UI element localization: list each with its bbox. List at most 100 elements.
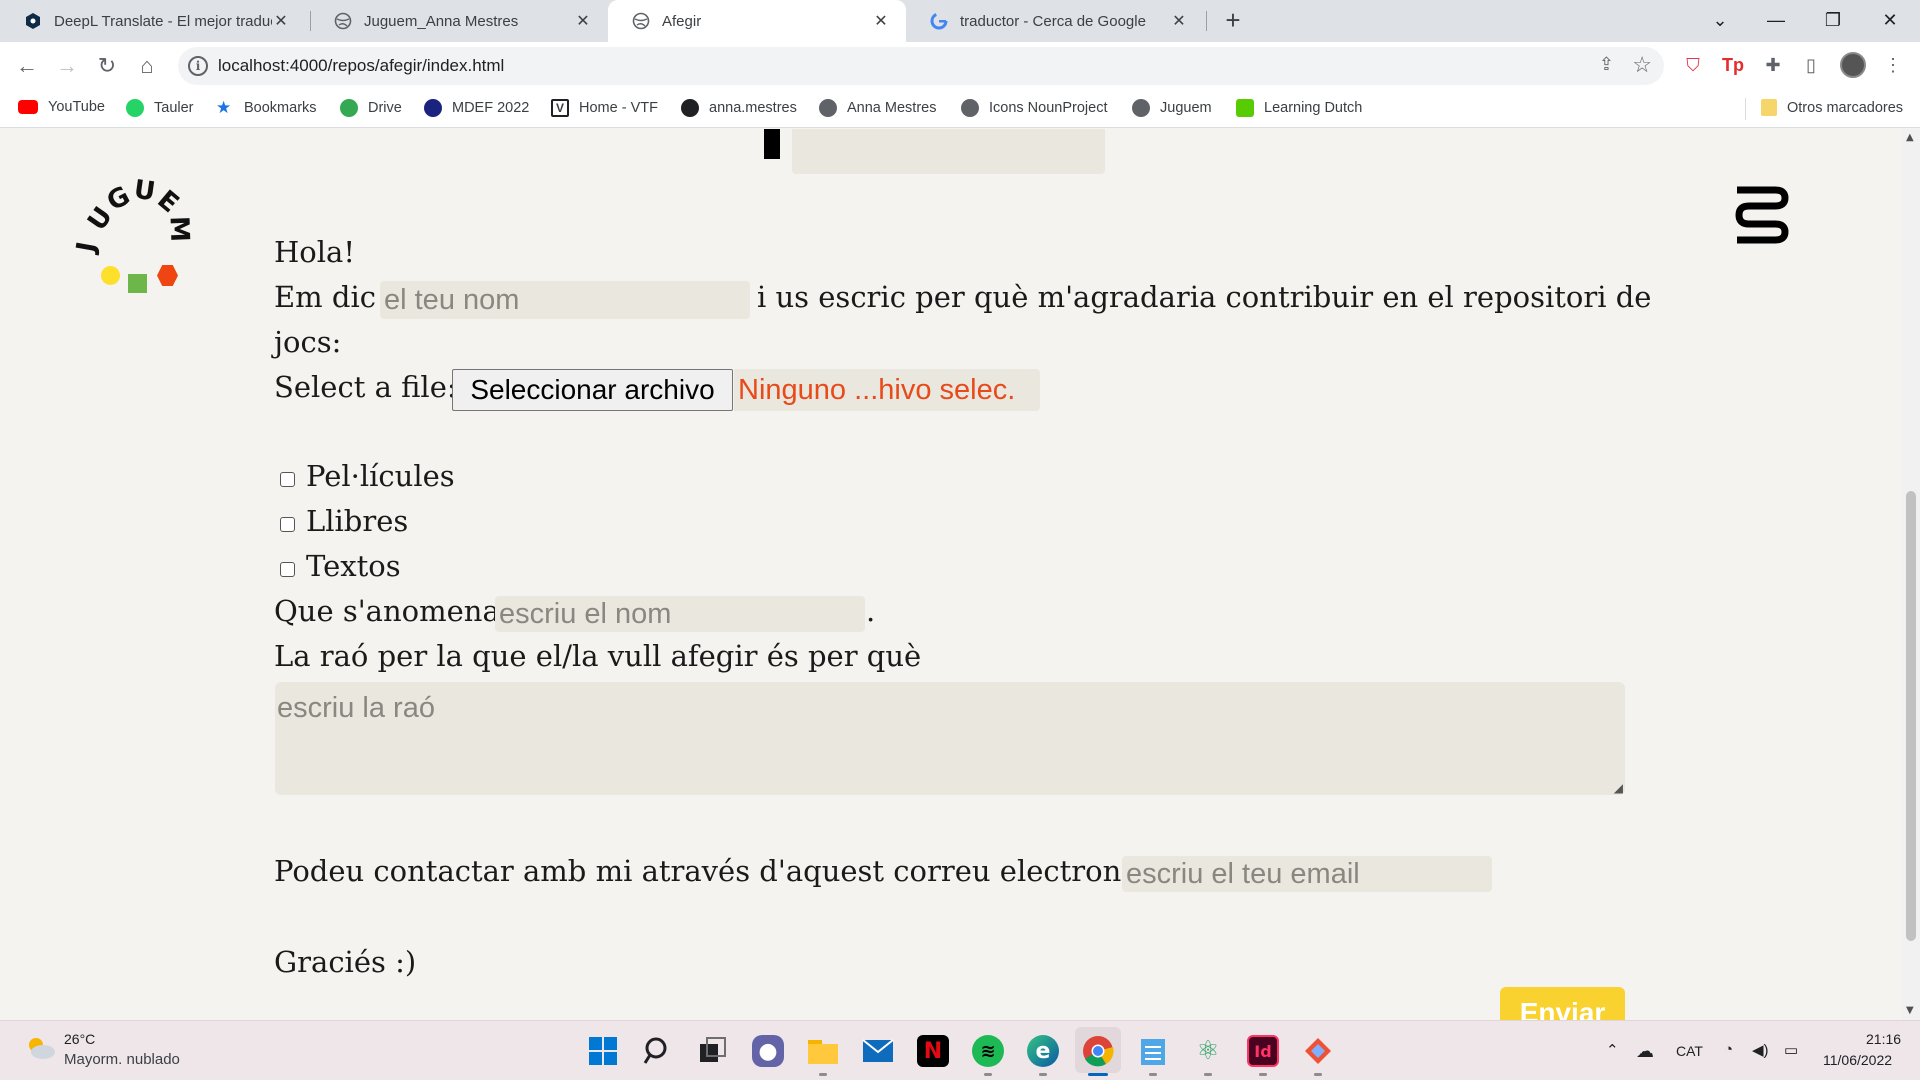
checkbox-label[interactable]: Pel·lícules	[306, 459, 455, 493]
wifi-icon[interactable]: ◔	[1724, 1041, 1733, 1058]
bookmark-nounproject[interactable]: Icons NounProject	[961, 99, 1107, 117]
logo-letter: J	[71, 239, 103, 255]
close-window-button[interactable]: ✕	[1870, 6, 1910, 36]
bookmark-label: Otros marcadores	[1787, 99, 1904, 116]
share-icon[interactable]: ⇪	[1599, 54, 1614, 75]
spotify-icon[interactable]: ≋	[972, 1035, 1004, 1067]
bookmark-label: Bookmarks	[244, 100, 317, 116]
maximize-button[interactable]: ❐	[1813, 6, 1853, 36]
menu-icon[interactable]	[1733, 184, 1791, 246]
submit-button[interactable]: Enviar	[1500, 987, 1625, 1020]
onedrive-cloud-icon[interactable]: ☁	[1636, 1041, 1654, 1062]
juguem-logo[interactable]: J U G U E M	[71, 154, 198, 293]
menu-icon[interactable]: ⋮	[1880, 52, 1906, 78]
running-indicator	[1039, 1073, 1047, 1076]
forward-button[interactable]: →	[52, 51, 82, 81]
tp-extension-icon[interactable]: Tp	[1720, 52, 1746, 78]
mdef-icon	[424, 99, 442, 117]
weather-widget[interactable]: 26°C Mayorm. nublado	[24, 1031, 194, 1073]
windows-start-icon[interactable]	[587, 1035, 619, 1067]
back-button[interactable]: ←	[12, 51, 42, 81]
clock-date[interactable]: 11/06/2022	[1823, 1052, 1892, 1068]
netflix-icon[interactable]: N	[917, 1035, 949, 1067]
scroll-down-icon[interactable]: ▼	[1906, 1005, 1914, 1016]
home-button[interactable]: ⌂	[132, 51, 162, 81]
globe-icon	[1132, 99, 1150, 117]
bookmark-learning-dutch[interactable]: Learning Dutch	[1236, 99, 1362, 117]
email-input[interactable]: escriu el teu email	[1122, 856, 1492, 892]
puzzle-icon[interactable]: ✚	[1760, 52, 1786, 78]
globe-icon	[632, 12, 650, 30]
folder-icon	[1761, 99, 1777, 116]
checkbox-label[interactable]: Textos	[306, 549, 401, 583]
tab-strip: DeepL Translate - El mejor traduc ✕ Jugu…	[0, 0, 1920, 42]
chrome-icon[interactable]	[1082, 1035, 1114, 1067]
sidepanel-icon[interactable]: ▯	[1798, 52, 1824, 78]
file-select-button[interactable]: Seleccionar archivo	[452, 369, 733, 411]
bookmark-vtf[interactable]: V Home - VTF	[551, 99, 658, 117]
git-kraken-icon[interactable]	[1302, 1035, 1334, 1067]
scrollbar-thumb[interactable]	[1906, 491, 1916, 941]
reload-button[interactable]: ↻	[92, 51, 122, 81]
file-explorer-icon[interactable]	[807, 1035, 839, 1067]
tab-separator	[1206, 11, 1207, 31]
tab-juguem[interactable]: Juguem_Anna Mestres ✕	[310, 0, 608, 42]
bookmark-tauler[interactable]: Tauler	[126, 99, 194, 117]
profile-avatar[interactable]	[1840, 52, 1866, 78]
checkbox-llibres[interactable]	[280, 517, 295, 532]
running-indicator	[1314, 1073, 1322, 1076]
indesign-icon[interactable]: Id	[1247, 1035, 1279, 1067]
bookmark-anna-mestres[interactable]: Anna Mestres	[819, 99, 936, 117]
title-input[interactable]: escriu el nom	[495, 596, 865, 632]
checkbox-pellicules[interactable]	[280, 472, 295, 487]
close-icon[interactable]: ✕	[872, 11, 890, 31]
bookmark-label: Juguem	[1160, 100, 1212, 116]
bookmark-github[interactable]: anna.mestres	[681, 99, 797, 117]
volume-icon[interactable]: ◀)	[1752, 1041, 1769, 1059]
checkbox-textos[interactable]	[280, 562, 295, 577]
checkbox-label[interactable]: Llibres	[306, 504, 408, 538]
bookmark-label: Home - VTF	[579, 100, 658, 116]
address-bar[interactable]: i localhost:4000/repos/afegir/index.html…	[178, 47, 1664, 85]
bookmark-youtube[interactable]: YouTube	[18, 99, 105, 115]
scrollbar[interactable]: ▲ ▼	[1902, 129, 1920, 1020]
clock-time[interactable]: 21:16	[1866, 1031, 1901, 1047]
bookmarks-bar: YouTube Tauler ★ Bookmarks Drive MDEF 20…	[0, 90, 1920, 128]
pocket-icon[interactable]: ⛉	[1680, 52, 1706, 78]
new-tab-button[interactable]: +	[1218, 6, 1248, 36]
close-icon[interactable]: ✕	[574, 11, 592, 31]
bookmark-juguem[interactable]: Juguem	[1132, 99, 1212, 117]
search-icon[interactable]	[642, 1035, 674, 1067]
url-text[interactable]: localhost:4000/repos/afegir/index.html	[218, 56, 504, 76]
contact-label: Podeu contactar amb mi através d'aquest …	[274, 854, 1157, 888]
weather-temp: 26°C	[64, 1031, 96, 1047]
tab-deepl[interactable]: DeepL Translate - El mejor traduc ✕	[0, 0, 306, 42]
language-indicator[interactable]: CAT	[1676, 1043, 1703, 1059]
logo-red-hexagon	[157, 265, 178, 286]
edge-icon[interactable]: e	[1027, 1035, 1059, 1067]
tab-google[interactable]: traductor - Cerca de Google ✕	[906, 0, 1204, 42]
tab-search-icon[interactable]: ⌄	[1700, 6, 1740, 36]
bookmark-label: anna.mestres	[709, 100, 797, 116]
mail-icon[interactable]	[862, 1035, 894, 1067]
reason-textarea[interactable]: escriu la raó ◢	[275, 682, 1625, 795]
bookmark-mdef[interactable]: MDEF 2022	[424, 99, 529, 117]
task-view-icon[interactable]	[697, 1035, 729, 1067]
bookmark-drive[interactable]: Drive	[340, 99, 402, 117]
close-icon[interactable]: ✕	[1170, 11, 1188, 31]
chevron-up-icon[interactable]: ⌃	[1606, 1041, 1619, 1059]
bookmark-other-folder[interactable]: Otros marcadores	[1761, 99, 1903, 116]
atom-icon[interactable]: ⚛	[1192, 1035, 1224, 1067]
teams-chat-icon[interactable]: ●	[752, 1035, 784, 1067]
close-icon[interactable]: ✕	[272, 11, 290, 31]
bookmark-star-icon[interactable]: ☆	[1632, 52, 1652, 78]
resize-handle-icon[interactable]: ◢	[1614, 781, 1623, 795]
bookmark-bookmarks[interactable]: ★ Bookmarks	[216, 99, 317, 117]
name-input[interactable]: el teu nom	[380, 281, 750, 319]
tab-afegir[interactable]: Afegir ✕	[608, 0, 906, 42]
scroll-up-icon[interactable]: ▲	[1906, 132, 1914, 143]
notepad-icon[interactable]	[1137, 1035, 1169, 1067]
minimize-button[interactable]: —	[1756, 6, 1796, 36]
battery-icon[interactable]: ▭	[1784, 1041, 1798, 1059]
info-icon[interactable]: i	[188, 56, 208, 76]
